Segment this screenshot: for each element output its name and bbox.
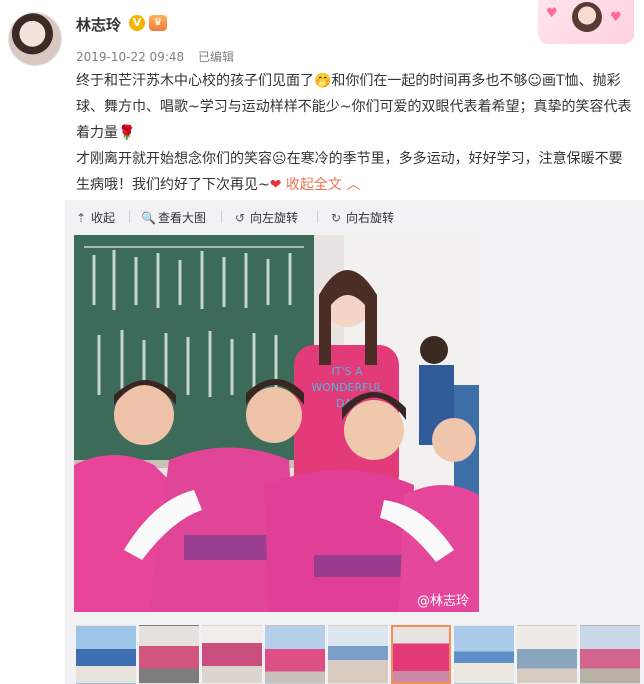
card-decoration: ♥ ♥ bbox=[538, 0, 634, 44]
decoration-portrait bbox=[572, 2, 602, 32]
media-panel: ⇡ 收起 🔍 查看大图 ↺ 向左旋转 ↻ 向右旋转 IT'S A WONDERFU bbox=[65, 200, 644, 684]
heart-emoji-icon: ❤ bbox=[269, 177, 282, 193]
post-header: 林志玲 V ♛ 2019-10-22 09:48 已编辑 ♥ ♥ bbox=[0, 0, 644, 72]
thumbnail-strip bbox=[74, 625, 644, 684]
thumbnail[interactable] bbox=[580, 625, 640, 684]
post-text-paragraph-2: 才刚离开就开始想念你们的笑容☹在寒冷的季节里，多多运动，好好学习，注意保暖不要生… bbox=[76, 146, 632, 198]
thumbnail[interactable] bbox=[265, 625, 325, 684]
thumbnail[interactable] bbox=[328, 625, 388, 684]
rotate-right-button-label: 向右旋转 bbox=[346, 211, 395, 225]
rotate-left-icon: ↺ bbox=[234, 211, 246, 225]
heart-decoration-icon: ♥ bbox=[610, 10, 622, 25]
thumbnail[interactable] bbox=[202, 625, 262, 684]
rotate-right-icon: ↻ bbox=[330, 211, 342, 225]
collapse-button-label: 收起 bbox=[91, 211, 116, 225]
post-text-paragraph-1: 终于和芒汗苏木中心校的孩子们见面了🤭和你们在一起的时间再多也不够☺画T恤、抛彩球… bbox=[76, 73, 632, 141]
rotate-right-button[interactable]: ↻ 向右旋转 bbox=[329, 209, 394, 226]
edited-label: 已编辑 bbox=[197, 50, 234, 64]
heart-decoration-icon: ♥ bbox=[546, 6, 558, 21]
post-timestamp[interactable]: 2019-10-22 09:48 bbox=[76, 50, 184, 64]
media-toolbar: ⇡ 收起 🔍 查看大图 ↺ 向左旋转 ↻ 向右旋转 bbox=[65, 200, 644, 234]
collapse-arrow-icon: ⇡ bbox=[75, 211, 87, 225]
view-large-button[interactable]: 🔍 查看大图 bbox=[141, 209, 206, 226]
main-photo[interactable]: IT'S A WONDERFUL DAY @林志玲 bbox=[74, 235, 479, 612]
thumbnail[interactable] bbox=[76, 625, 136, 684]
magnifier-icon: 🔍 bbox=[141, 211, 156, 225]
rotate-left-button[interactable]: ↺ 向左旋转 bbox=[233, 209, 298, 226]
thumbnail[interactable] bbox=[517, 625, 577, 684]
main-photo-image: IT'S A WONDERFUL DAY @林志玲 bbox=[74, 235, 479, 612]
toolbar-divider bbox=[221, 211, 222, 223]
collapse-fulltext-link[interactable]: 收起全文 bbox=[286, 177, 342, 193]
shirt-text-line1: IT'S A bbox=[332, 365, 363, 378]
username[interactable]: 林志玲 bbox=[76, 14, 121, 35]
rotate-left-button-label: 向左旋转 bbox=[250, 211, 299, 225]
view-large-button-label: 查看大图 bbox=[158, 211, 207, 225]
vip-badge-icon[interactable]: ♛ bbox=[149, 15, 167, 31]
chevron-up-icon[interactable]: ︿ bbox=[346, 177, 360, 193]
post-meta: 2019-10-22 09:48 已编辑 bbox=[76, 48, 234, 65]
avatar[interactable] bbox=[8, 12, 62, 66]
toolbar-divider bbox=[129, 211, 130, 223]
thumbnail-active[interactable] bbox=[391, 625, 451, 684]
post-content: 终于和芒汗苏木中心校的孩子们见面了🤭和你们在一起的时间再多也不够☺画T恤、抛彩球… bbox=[76, 68, 632, 198]
toolbar-divider bbox=[317, 211, 318, 223]
thumbnail[interactable] bbox=[139, 625, 199, 684]
verified-badge-icon[interactable]: V bbox=[129, 15, 145, 31]
photo-watermark: @林志玲 bbox=[417, 594, 469, 609]
collapse-button[interactable]: ⇡ 收起 bbox=[74, 209, 115, 226]
thumbnail[interactable] bbox=[454, 625, 514, 684]
